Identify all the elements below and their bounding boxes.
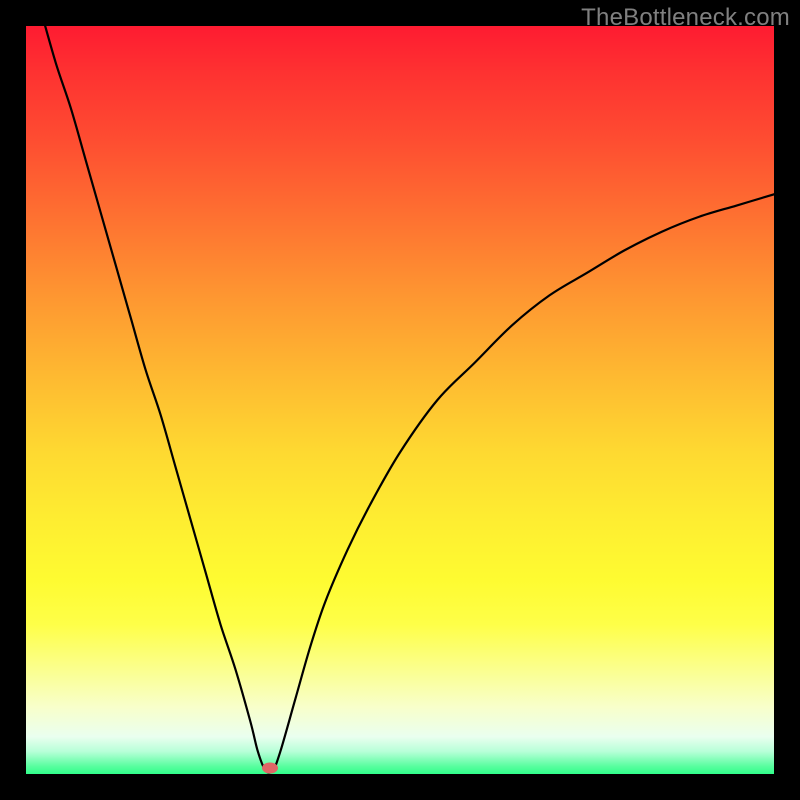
optimal-point-marker <box>262 763 278 774</box>
gradient-background <box>26 26 774 774</box>
chart-plot-area <box>26 26 774 774</box>
watermark-text: TheBottleneck.com <box>581 4 790 32</box>
